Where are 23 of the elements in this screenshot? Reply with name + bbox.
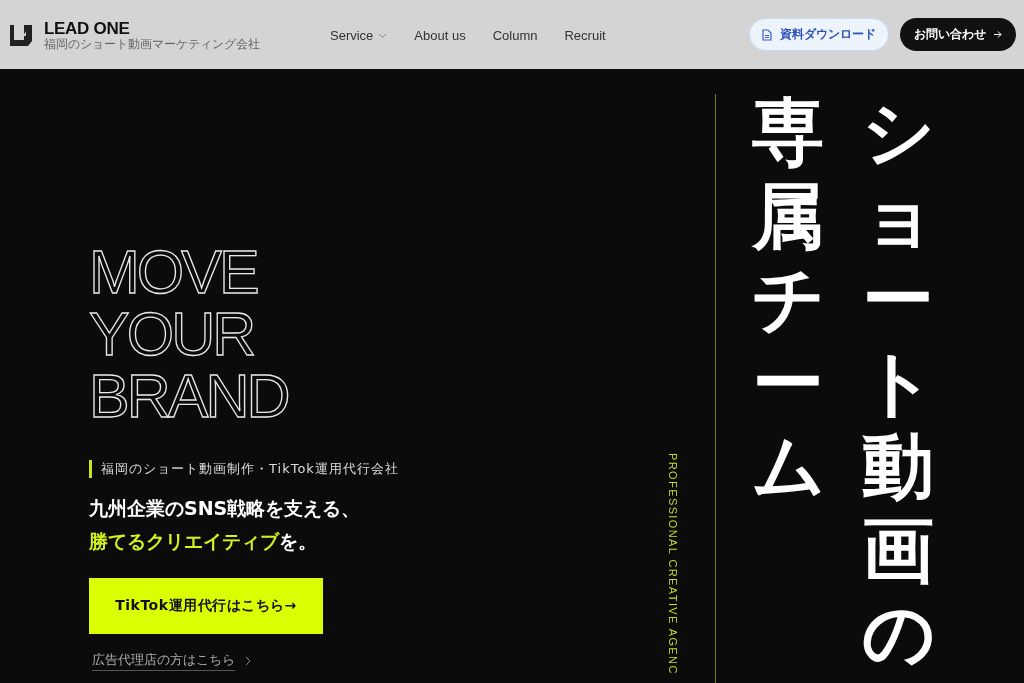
logo-icon bbox=[10, 23, 32, 46]
nav-link[interactable]: Service bbox=[330, 26, 388, 43]
nav-link[interactable]: About us bbox=[414, 26, 466, 43]
brand-name[interactable]: LEAD ONE bbox=[44, 18, 260, 38]
vertical-heading: 専属チーム bbox=[752, 91, 824, 511]
outline-heading: MOVE bbox=[89, 241, 257, 303]
outline-heading: YOUR bbox=[89, 303, 254, 365]
vertical-heading: ショート動画の bbox=[862, 91, 934, 678]
tiktok-cta-button[interactable]: TikTok運用代行はこちら→ bbox=[89, 578, 323, 634]
document-icon bbox=[762, 28, 772, 41]
hero-subtitle: 福岡のショート動画制作・TikTok運用代行会社 bbox=[89, 460, 399, 478]
chevron-right-icon bbox=[245, 656, 251, 666]
nav-link[interactable]: Column bbox=[492, 26, 538, 43]
contact-button[interactable]: お問い合わせ bbox=[900, 18, 1016, 51]
arrow-right-icon bbox=[994, 31, 1002, 38]
outline-heading: BRAND bbox=[89, 365, 288, 427]
side-caption: PROFESSIONAL CREATIVE AGENC bbox=[667, 453, 679, 675]
brand-tagline: 福岡のショート動画マーケティング会社 bbox=[44, 37, 260, 51]
hero-headline: 九州企業のSNS戦略を支える、 勝てるクリエイティブを。 bbox=[89, 496, 361, 554]
agency-link[interactable]: 広告代理店の方はこちら bbox=[92, 651, 235, 671]
nav-link[interactable]: Recruit bbox=[564, 26, 606, 43]
chevron-down-icon bbox=[378, 32, 388, 39]
download-button[interactable]: 資料ダウンロード bbox=[749, 18, 889, 51]
